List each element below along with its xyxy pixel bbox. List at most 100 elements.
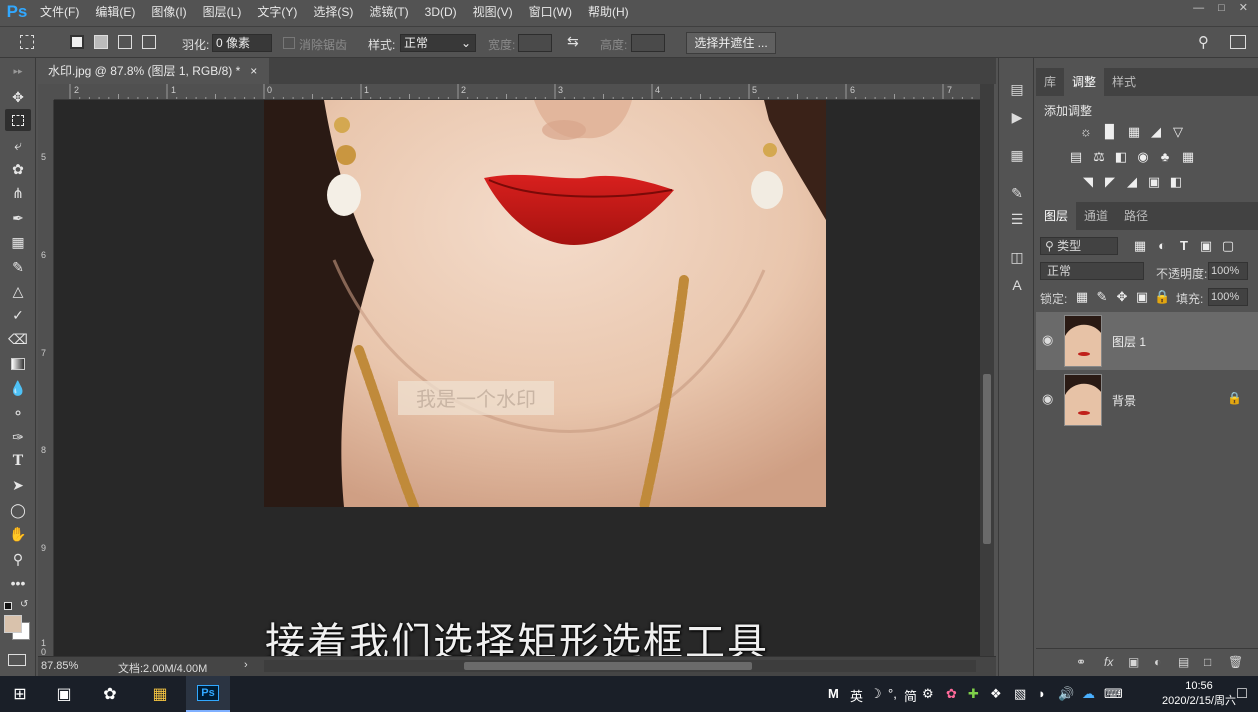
move-tool-icon[interactable]: ✥ <box>5 86 31 108</box>
lasso-tool-icon[interactable]: ⤶ <box>5 134 31 156</box>
new-layer-icon[interactable]: □ <box>1204 655 1211 669</box>
more-tools-icon[interactable]: ••• <box>5 572 31 594</box>
close-icon[interactable]: ✕ <box>1239 0 1248 16</box>
menu-window[interactable]: 窗口(W) <box>521 0 580 24</box>
new-adjustment-icon[interactable]: ◐ <box>1154 655 1161 669</box>
ellipse-tool-icon[interactable]: ◯ <box>5 499 31 521</box>
clone-source-icon[interactable]: ▦ <box>1005 144 1029 166</box>
menu-file[interactable]: 文件(F) <box>32 0 87 24</box>
black-white-icon[interactable]: ◧ <box>1113 150 1129 164</box>
default-colors-icon[interactable] <box>4 602 12 610</box>
document-tab[interactable]: 水印.jpg @ 87.8% (图层 1, RGB/8) * × <box>38 58 270 84</box>
menu-select[interactable]: 选择(S) <box>305 0 361 24</box>
file-explorer-icon[interactable]: ▦ <box>148 682 172 706</box>
style-select[interactable]: 正常 ⌄ <box>400 34 476 52</box>
crop-tool-icon[interactable]: ⋔ <box>5 182 31 204</box>
zoom-level[interactable]: 87.85% <box>41 660 78 672</box>
new-group-icon[interactable]: ▤ <box>1178 655 1189 669</box>
history-brush-icon[interactable]: ✓ <box>5 304 31 326</box>
horizontal-scroll-thumb[interactable] <box>464 662 752 670</box>
threshold-icon[interactable]: ◢ <box>1124 175 1140 189</box>
minimize-icon[interactable]: — <box>1193 0 1204 16</box>
collapse-icon[interactable]: ▸▸ <box>5 60 31 82</box>
actions-play-icon[interactable]: ▶ <box>1005 106 1029 128</box>
eyedropper-tool-icon[interactable]: ✒ <box>5 207 31 229</box>
eye-icon[interactable]: ◉ <box>1042 332 1053 348</box>
menu-layer[interactable]: 图层(L) <box>195 0 250 24</box>
ime-lang[interactable]: 英 <box>850 686 863 705</box>
ime-mode[interactable]: M <box>828 686 839 701</box>
status-menu-arrow[interactable]: › <box>244 659 248 671</box>
width-input[interactable] <box>518 34 552 52</box>
menu-image[interactable]: 图像(I) <box>143 0 194 24</box>
app-pinwheel-icon[interactable]: ✿ <box>98 682 122 706</box>
menu-view[interactable]: 视图(V) <box>465 0 521 24</box>
lock-pixels-icon[interactable]: ✎ <box>1094 290 1110 304</box>
eraser-tool-icon[interactable]: ⌫ <box>5 328 31 350</box>
foreground-color-swatch[interactable] <box>4 615 22 633</box>
menu-edit[interactable]: 编辑(E) <box>87 0 143 24</box>
bluetooth-icon[interactable]: ❖ <box>990 686 1002 702</box>
character-panel-icon[interactable]: ◫ <box>1005 246 1029 268</box>
swap-icon[interactable]: ⇆ <box>567 33 579 50</box>
add-selection-icon[interactable] <box>94 35 108 49</box>
vibrance-icon[interactable]: ▽ <box>1170 125 1186 139</box>
feather-input[interactable]: 0 像素 <box>212 34 272 52</box>
swap-colors-icon[interactable]: ↺ <box>20 599 28 610</box>
tab-library[interactable]: 库 <box>1036 68 1064 96</box>
document-image[interactable]: 我是一个水印 <box>264 100 826 507</box>
ime-script[interactable]: 简 <box>904 686 917 705</box>
quick-mask-icon[interactable] <box>8 654 26 666</box>
paragraph-panel-icon[interactable]: A <box>1005 274 1029 296</box>
volume-icon[interactable]: 🔊 <box>1058 686 1074 702</box>
brush-settings-icon[interactable]: ✎ <box>1005 182 1029 204</box>
curves-icon[interactable]: ▦ <box>1126 125 1142 139</box>
properties-panel-icon[interactable]: ☰ <box>1005 208 1029 230</box>
task-view-icon[interactable]: ▣ <box>52 682 76 706</box>
menu-3d[interactable]: 3D(D) <box>417 0 465 24</box>
tray-cloud-icon[interactable]: ☁ <box>1082 686 1095 702</box>
rect-marquee-tool-icon[interactable] <box>5 109 31 131</box>
color-lookup-icon[interactable]: ▦ <box>1180 150 1196 164</box>
menu-filter[interactable]: 滤镜(T) <box>361 0 416 24</box>
intersect-selection-icon[interactable] <box>142 35 156 49</box>
tab-paths[interactable]: 路径 <box>1116 202 1156 230</box>
zoom-tool-icon[interactable]: ⚲ <box>5 548 31 570</box>
horizontal-scrollbar[interactable] <box>264 660 976 672</box>
gradient-tool-icon[interactable] <box>5 353 31 375</box>
tab-channels[interactable]: 通道 <box>1076 202 1116 230</box>
blend-mode-select[interactable]: 正常 <box>1040 262 1144 280</box>
healing-brush-icon[interactable]: ▦ <box>5 231 31 253</box>
lock-artboard-icon[interactable]: ▣ <box>1134 290 1150 304</box>
gear-icon[interactable]: ⚙ <box>922 686 934 702</box>
invert-icon[interactable]: ◥ <box>1080 175 1096 189</box>
fx-icon[interactable]: fx <box>1104 655 1113 669</box>
tray-plus-icon[interactable]: ✚ <box>968 686 979 702</box>
menu-help[interactable]: 帮助(H) <box>580 0 637 24</box>
eye-icon[interactable]: ◉ <box>1042 391 1053 407</box>
path-select-icon[interactable]: ➤ <box>5 474 31 496</box>
select-and-mask-button[interactable]: 选择并遮住 ... <box>686 32 776 54</box>
vertical-scrollbar[interactable] <box>980 84 994 656</box>
lock-all-icon[interactable]: 🔒 <box>1154 290 1170 304</box>
hue-saturation-icon[interactable]: ▤ <box>1068 150 1084 164</box>
lock-transparent-icon[interactable]: ▦ <box>1074 290 1090 304</box>
close-tab-icon[interactable]: × <box>250 58 257 84</box>
restore-icon[interactable]: □ <box>1218 0 1225 16</box>
quick-select-tool-icon[interactable]: ✿ <box>5 158 31 180</box>
exposure-icon[interactable]: ◢ <box>1148 125 1164 139</box>
hand-tool-icon[interactable]: ✋ <box>5 523 31 545</box>
keyboard-icon[interactable]: ⌨ <box>1104 686 1123 702</box>
wifi-icon[interactable]: ◗ <box>1038 686 1046 701</box>
clone-stamp-icon[interactable]: △ <box>5 280 31 302</box>
link-layers-icon[interactable]: ⚭ <box>1076 655 1086 669</box>
pen-tool-icon[interactable]: ✑ <box>5 426 31 448</box>
filter-shape-icon[interactable]: ▣ <box>1198 239 1214 253</box>
photoshop-taskbar-icon[interactable]: Ps <box>186 676 230 712</box>
layer-filter-select[interactable]: ⚲ 类型 <box>1040 237 1118 255</box>
levels-icon[interactable]: ▉ <box>1102 125 1118 139</box>
height-input[interactable] <box>631 34 665 52</box>
menu-type[interactable]: 文字(Y) <box>249 0 305 24</box>
brush-tool-icon[interactable]: ✎ <box>5 256 31 278</box>
punctuation-icon[interactable]: °, <box>888 686 897 701</box>
